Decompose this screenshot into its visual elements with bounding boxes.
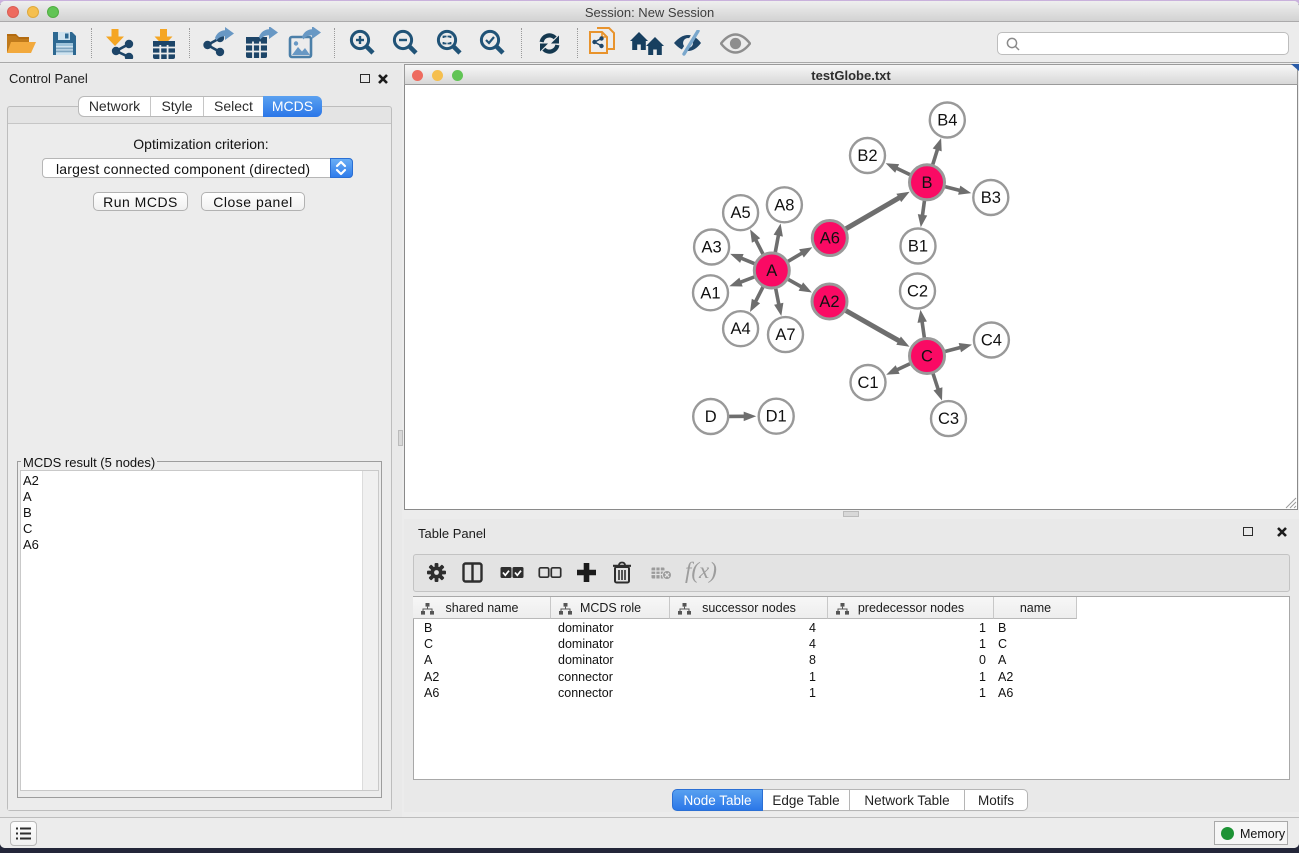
- svg-text:A1: A1: [700, 284, 720, 302]
- svg-text:B: B: [921, 174, 932, 192]
- svg-text:B2: B2: [857, 147, 877, 165]
- svg-text:D1: D1: [766, 408, 787, 426]
- svg-text:A2: A2: [819, 293, 839, 311]
- svg-text:B3: B3: [981, 189, 1001, 207]
- svg-text:B4: B4: [937, 112, 957, 130]
- svg-text:D: D: [705, 408, 717, 426]
- svg-text:A6: A6: [820, 230, 840, 248]
- svg-text:A7: A7: [775, 326, 795, 344]
- svg-text:C2: C2: [907, 283, 928, 301]
- svg-text:C4: C4: [981, 332, 1002, 350]
- svg-text:A: A: [766, 262, 777, 280]
- svg-text:B1: B1: [908, 238, 928, 256]
- svg-text:A8: A8: [774, 196, 794, 214]
- svg-text:C1: C1: [857, 374, 878, 392]
- svg-text:C: C: [921, 348, 933, 366]
- svg-text:A3: A3: [702, 239, 722, 257]
- svg-text:A5: A5: [731, 204, 751, 222]
- svg-text:A4: A4: [731, 320, 751, 338]
- svg-text:C3: C3: [938, 410, 959, 428]
